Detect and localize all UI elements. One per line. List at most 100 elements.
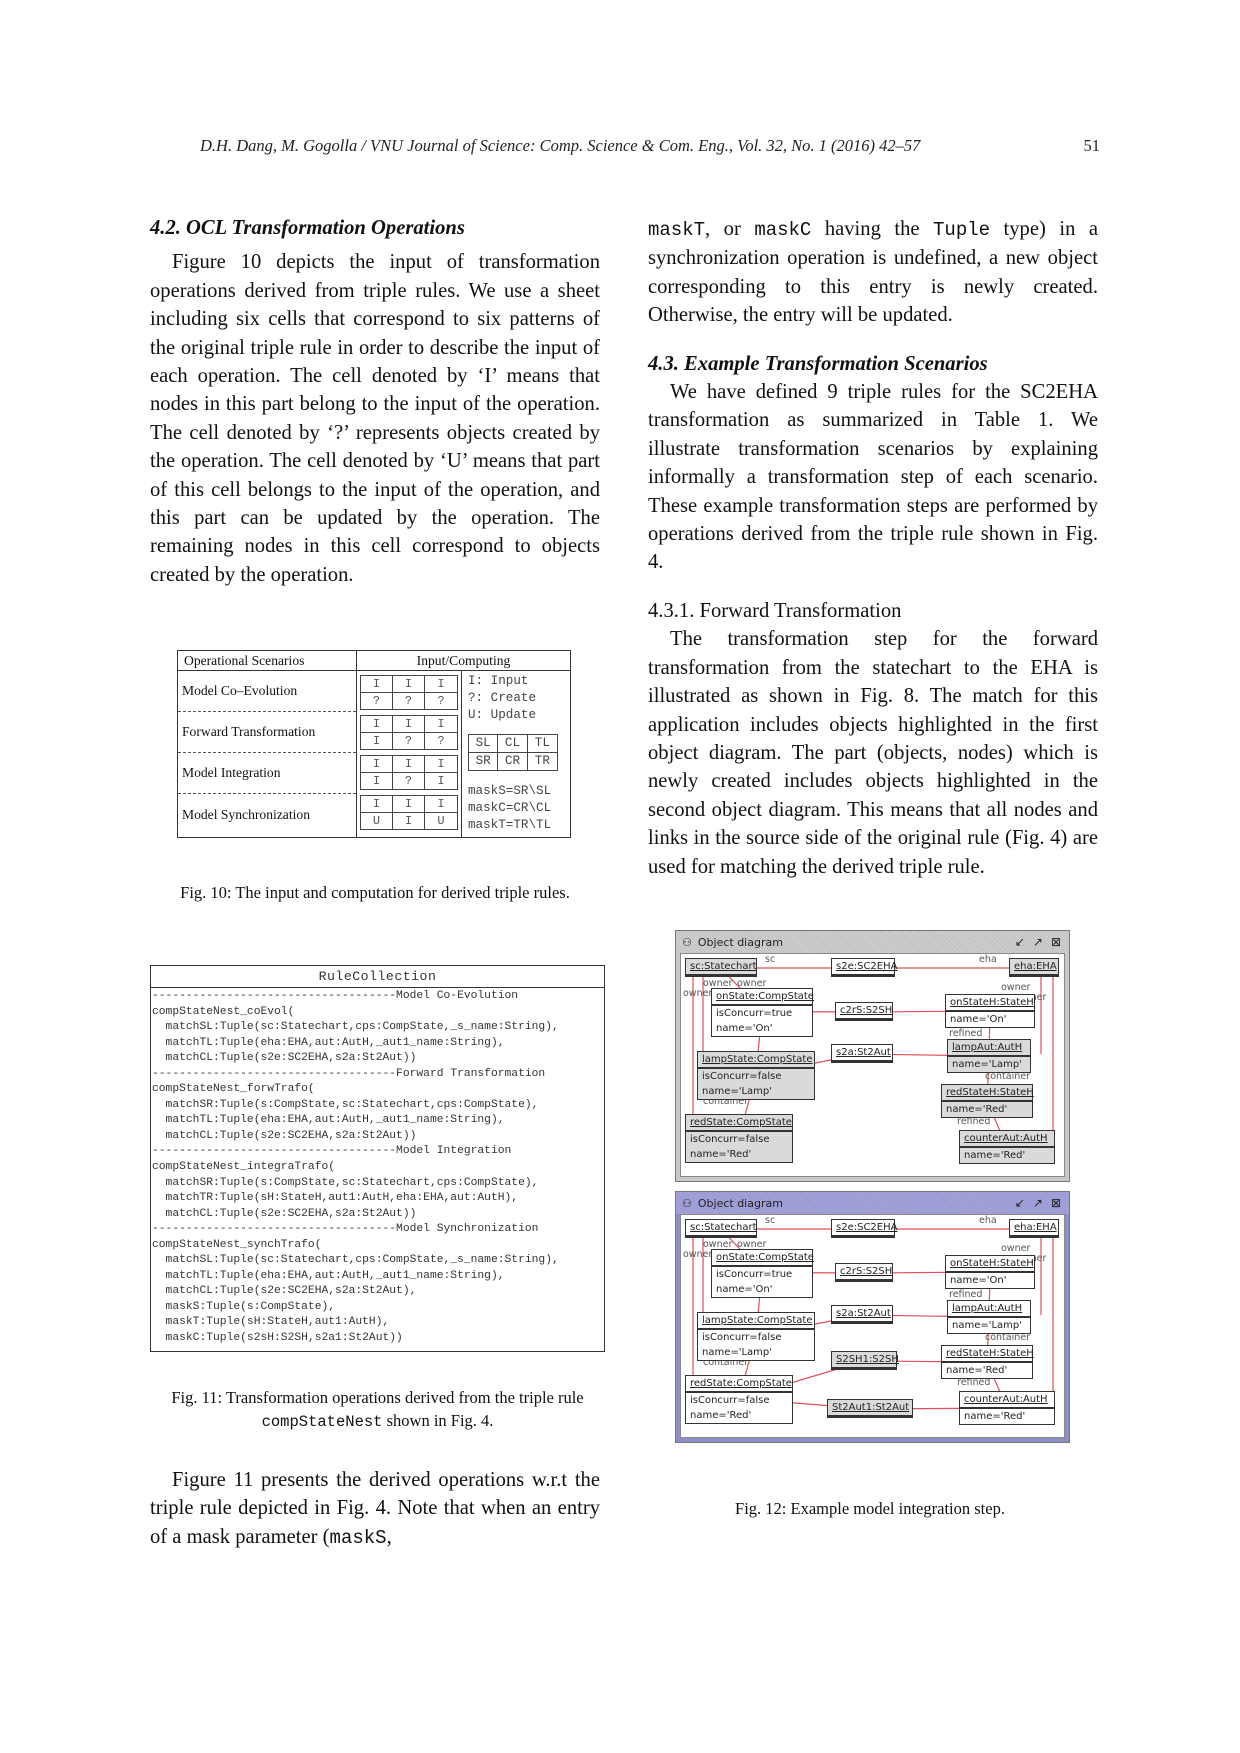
object-lampState[interactable]: lampState:CompState isConcurr=false name='… <box>697 1051 815 1100</box>
object-attribute: name='On' <box>950 1275 1007 1286</box>
fig10-io-cell: I <box>393 756 425 773</box>
object-name: eha:EHA <box>1010 959 1058 976</box>
fig12-caption: Fig. 12: Example model integration step. <box>735 1499 1005 1518</box>
minimize-icon[interactable]: ↙ <box>1015 1196 1025 1210</box>
scenario-separator: ------------------------------------Mode… <box>152 1145 512 1158</box>
object-redStateH[interactable]: redStateH:StateH name='Red' <box>941 1345 1034 1379</box>
object-s2sh1[interactable]: S2SH1:S2SH <box>831 1351 899 1370</box>
role-label: refined <box>949 1028 983 1039</box>
object-lampAut[interactable]: lampAut:AutH name='Lamp' <box>947 1300 1031 1334</box>
object-lampAut[interactable]: lampAut:AutH name='Lamp' <box>947 1039 1031 1073</box>
pattern-cell: CR <box>498 753 528 770</box>
fig10-io-cell: I <box>361 773 393 789</box>
fig10-scenario: Forward Transformation <box>178 712 356 753</box>
object-name: s2a:St2Aut <box>832 1045 892 1062</box>
code-line: compStateNest_integraTrafo( <box>152 1161 336 1174</box>
object-attribute: name='On' <box>716 1284 773 1295</box>
minimize-icon[interactable]: ↙ <box>1015 935 1025 949</box>
pattern-cell: TL <box>527 735 557 753</box>
object-onState[interactable]: onState:CompState isConcurr=true name='On' <box>711 988 814 1037</box>
object-diagram-icon: ⚇ <box>682 1196 692 1210</box>
object-attribute: name='On' <box>716 1023 773 1034</box>
object-eha[interactable]: eha:EHA <box>1009 1219 1059 1238</box>
maximize-icon[interactable]: ↗ <box>1033 935 1043 949</box>
object-name: redStateH:StateH <box>942 1085 1034 1102</box>
running-head: D.H. Dang, M. Gogolla / VNU Journal of S… <box>200 136 1100 156</box>
maximize-icon[interactable]: ↗ <box>1033 1196 1043 1210</box>
object-attribute: name='Lamp' <box>952 1320 1023 1331</box>
object-name: sc:Statechart <box>686 1220 757 1237</box>
window-title-bar[interactable]: ⚇ Object diagram ↙ ↗ ⊠ <box>676 931 1069 953</box>
fig10-io-cell: I <box>361 733 393 749</box>
role-label: sc <box>765 954 776 965</box>
section-heading-4-2: 4.2. OCL Transformation Operations <box>150 217 465 239</box>
fig10-io-grid: I I I??? <box>360 675 458 710</box>
object-counterAut[interactable]: counterAut:AutH name='Red' <box>959 1391 1055 1425</box>
object-attribute: name='Lamp' <box>702 1086 773 1097</box>
object-redStateH[interactable]: redStateH:StateH name='Red' <box>941 1084 1034 1118</box>
code-line: matchSR:Tuple(s:CompState,sc:Statechart,… <box>152 1176 539 1189</box>
object-s2e[interactable]: s2e:SC2EHA <box>831 958 897 977</box>
close-icon[interactable]: ⊠ <box>1051 1196 1061 1210</box>
object-diagram-canvas[interactable]: scehaownerownerownerownerownercontainerr… <box>680 1214 1065 1438</box>
object-attribute: isConcurr=false <box>702 1332 782 1343</box>
role-label: sc <box>765 1215 776 1226</box>
object-name: onState:CompState <box>712 989 814 1006</box>
scenario-separator: ------------------------------------Mode… <box>152 1223 539 1236</box>
object-diagram-window-2[interactable]: ⚇ Object diagram ↙ ↗ ⊠ sc eha owner owner owner ow… <box>675 1191 1070 1443</box>
para-text: having the <box>811 218 934 240</box>
object-onState[interactable]: onState:CompState isConcurr=true name='On' <box>711 1249 814 1298</box>
code-line: matchTL:Tuple(eha:EHA,aut:AutH,_aut1_nam… <box>152 1269 505 1282</box>
object-c2rS[interactable]: c2rS:S2SH <box>835 1263 893 1282</box>
object-redState[interactable]: redState:CompState isConcurr=false name='R… <box>685 1114 793 1163</box>
paragraph-mask-continuation: maskT, or maskC having the Tuple type) i… <box>648 215 1098 330</box>
code-line: matchTR:Tuple(sH:StateH,aut1:AutH,eha:EH… <box>152 1192 519 1205</box>
object-c2rS[interactable]: c2rS:S2SH <box>835 1002 893 1021</box>
fig11-caption-post: shown in Fig. 4. <box>382 1411 494 1430</box>
object-onStateH[interactable]: onStateH:StateH name='On' <box>945 1255 1035 1289</box>
scenario-separator: ------------------------------------Forw… <box>152 1067 546 1080</box>
object-onStateH[interactable]: onStateH:StateH name='On' <box>945 994 1035 1028</box>
object-redState[interactable]: redState:CompState isConcurr=false name='R… <box>685 1375 793 1424</box>
close-icon[interactable]: ⊠ <box>1051 935 1061 949</box>
page-number: 51 <box>1083 136 1101 155</box>
legend-update: U: Update <box>468 708 537 722</box>
object-counterAut[interactable]: counterAut:AutH name='Red' <box>959 1130 1055 1164</box>
object-lampState[interactable]: lampState:CompState isConcurr=false name='… <box>697 1312 815 1361</box>
object-name: c2rS:S2SH <box>836 1264 892 1281</box>
fig10-header-computing: Input/Computing <box>416 652 511 668</box>
object-name: St2Aut1:St2Aut <box>828 1400 912 1417</box>
object-attribute: isConcurr=true <box>716 1008 793 1019</box>
object-name: sc:Statechart <box>686 959 757 976</box>
code-line: matchCL:Tuple(s2e:SC2EHA,s2a:St2Aut), <box>152 1285 417 1298</box>
object-sc[interactable]: sc:Statechart <box>685 958 757 977</box>
window-title-bar[interactable]: ⚇ Object diagram ↙ ↗ ⊠ <box>676 1192 1069 1214</box>
object-s2e[interactable]: s2e:SC2EHA <box>831 1219 897 1238</box>
para-text: , or <box>705 218 755 240</box>
role-label: refined <box>949 1289 983 1300</box>
fig10-header-scenarios: Operational Scenarios <box>178 651 357 670</box>
fig10-io-cell: I <box>361 676 393 693</box>
object-name: s2a:St2Aut <box>832 1306 892 1323</box>
fig10-io-cell: I <box>393 813 425 829</box>
object-diagram-window-1[interactable]: ⚇ Object diagram ↙ ↗ ⊠ sc eha owner owner owner ow… <box>675 930 1070 1182</box>
object-attribute: name='Red' <box>946 1104 1008 1115</box>
object-eha[interactable]: eha:EHA <box>1009 958 1059 977</box>
object-sc[interactable]: sc:Statechart <box>685 1219 757 1238</box>
fig10-io-grid: I I I I? I <box>360 755 458 790</box>
pattern-cell: SL <box>469 735 499 753</box>
object-name: counterAut:AutH <box>960 1392 1054 1409</box>
paragraph-fig10-intro: Figure 10 depicts the input of transform… <box>150 251 600 586</box>
role-label: owner <box>683 1249 713 1260</box>
object-s2a[interactable]: s2a:St2Aut <box>831 1044 893 1063</box>
pattern-cell: CL <box>498 735 528 753</box>
object-name: S2SH1:S2SH <box>832 1352 899 1369</box>
object-diagram-canvas[interactable]: scehaownerownerownerownerownercontainerr… <box>680 953 1065 1177</box>
object-attribute: name='On' <box>950 1014 1007 1025</box>
object-st2aut1[interactable]: St2Aut1:St2Aut <box>827 1399 913 1418</box>
object-name: onState:CompState <box>712 1250 814 1267</box>
object-name: redState:CompState <box>686 1115 792 1132</box>
object-s2a[interactable]: s2a:St2Aut <box>831 1305 893 1324</box>
fig10-legend: I: Input ?: Create U: Update SL CL TL SR CR T… <box>462 671 570 837</box>
legend-create: ?: Create <box>468 691 537 705</box>
